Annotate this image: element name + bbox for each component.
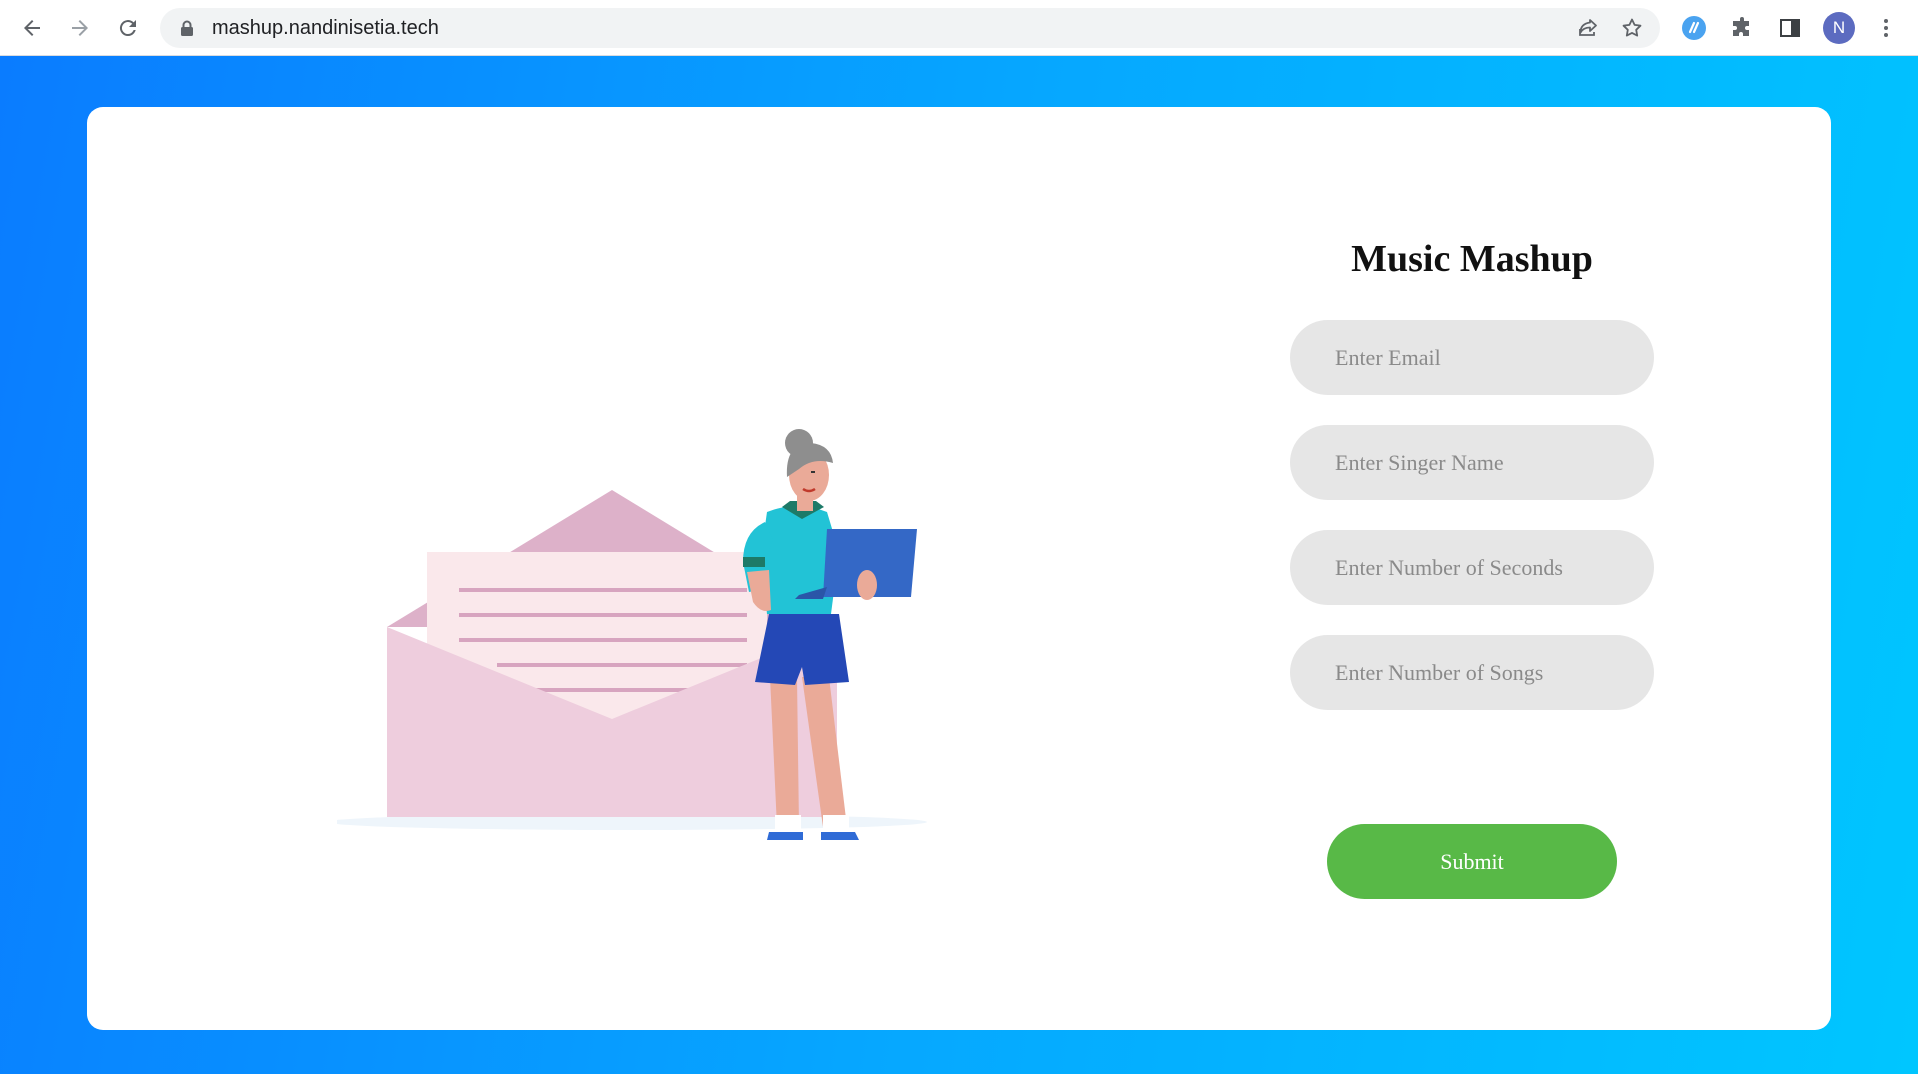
singer-name-field[interactable]	[1290, 425, 1654, 500]
forward-button[interactable]	[64, 12, 96, 44]
browser-window: mashup.nandinisetia.tech N Music Mashup …	[0, 0, 1918, 1074]
address-bar[interactable]: mashup.nandinisetia.tech	[160, 8, 1660, 48]
url-text: mashup.nandinisetia.tech	[212, 17, 439, 39]
reload-button[interactable]	[112, 12, 144, 44]
share-button[interactable]	[1576, 16, 1600, 45]
page-title: Music Mashup	[1351, 238, 1593, 280]
extensions-menu-button[interactable]	[1726, 12, 1758, 44]
profile-avatar[interactable]: N	[1823, 12, 1855, 44]
extension-icon	[1682, 16, 1706, 40]
browser-toolbar: mashup.nandinisetia.tech N	[0, 0, 1918, 56]
bookmark-button[interactable]	[1620, 16, 1644, 45]
more-menu-button[interactable]	[1870, 12, 1902, 44]
puzzle-icon	[1733, 17, 1749, 36]
number-of-seconds-field[interactable]	[1290, 530, 1654, 605]
number-of-songs-field[interactable]	[1290, 635, 1654, 710]
more-icon	[1884, 19, 1888, 37]
lock-icon	[181, 20, 193, 36]
email-field[interactable]	[1290, 320, 1654, 395]
submit-button[interactable]: Submit	[1327, 824, 1617, 899]
forward-icon	[72, 20, 88, 36]
back-button[interactable]	[16, 12, 48, 44]
star-icon	[1622, 18, 1642, 37]
page-background: Music Mashup Submit	[0, 56, 1918, 1074]
share-icon	[1579, 19, 1597, 36]
mashup-form: Music Mashup Submit	[1272, 107, 1672, 1030]
side-panel-button[interactable]	[1774, 12, 1806, 44]
extension-button[interactable]	[1678, 12, 1710, 44]
woman-with-laptop-and-envelope-illustration	[337, 429, 927, 840]
form-card: Music Mashup Submit	[87, 107, 1831, 1030]
back-icon	[24, 20, 40, 36]
reload-icon	[119, 20, 136, 37]
side-panel-icon	[1780, 19, 1800, 37]
